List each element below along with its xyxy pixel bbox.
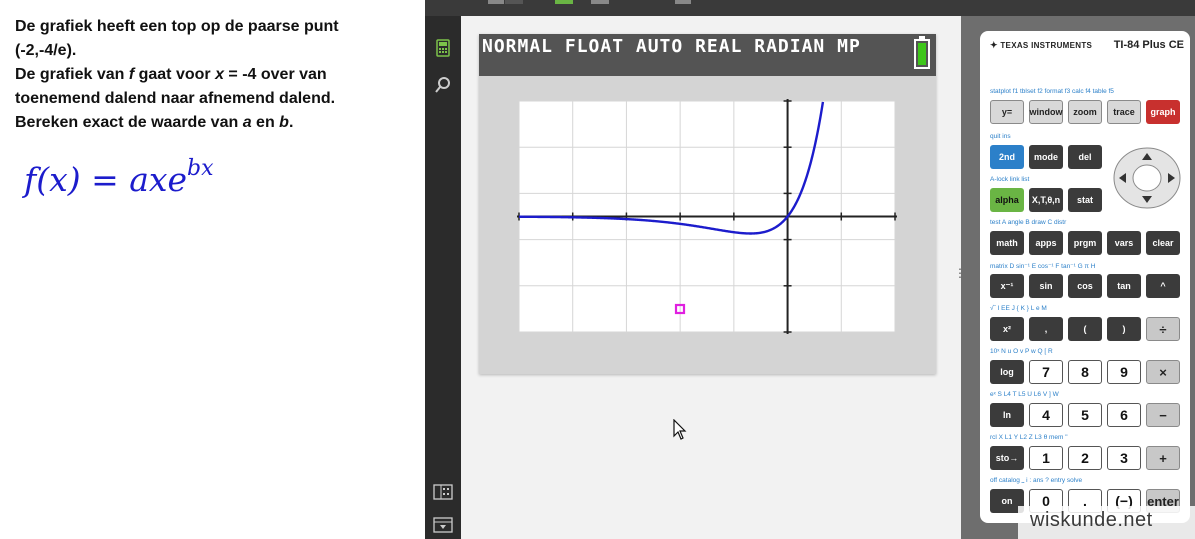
key-3[interactable]: 3 bbox=[1107, 446, 1141, 470]
toolbar-icon[interactable] bbox=[675, 0, 691, 4]
key-[interactable]: ( bbox=[1068, 317, 1102, 341]
key-sin[interactable]: sin bbox=[1029, 274, 1063, 298]
key-9[interactable]: 9 bbox=[1107, 360, 1141, 384]
panel-resize-handle[interactable]: ⋮ bbox=[954, 267, 966, 290]
task-line-2: (-2,-4/e). bbox=[15, 42, 77, 59]
calculator-view-icon[interactable] bbox=[433, 482, 453, 502]
key-x[interactable]: x⁻¹ bbox=[990, 274, 1024, 298]
tool-strip bbox=[425, 16, 461, 539]
toolbar-icon[interactable] bbox=[488, 0, 504, 4]
secondary-function-labels: off catalog ⎵ i : ans ? entry solve bbox=[990, 477, 1083, 484]
key-2nd[interactable]: 2nd bbox=[990, 145, 1024, 169]
key-stat[interactable]: stat bbox=[1068, 188, 1102, 212]
key-prgm[interactable]: prgm bbox=[1068, 231, 1102, 255]
brand-label: ✦ Texas Instruments bbox=[990, 40, 1093, 50]
screen-view-icon[interactable] bbox=[433, 515, 453, 535]
task-line-1: De grafiek heeft een top op de paarse pu… bbox=[15, 18, 339, 35]
key-[interactable]: ^ bbox=[1146, 274, 1180, 298]
key-mode[interactable]: mode bbox=[1029, 145, 1063, 169]
toolbar-icon[interactable] bbox=[505, 0, 523, 4]
status-bar: NORMAL FLOAT AUTO REAL RADIAN MP bbox=[479, 34, 936, 76]
calculator-keypad: ✦ Texas Instruments TI-84 Plus CE statpl… bbox=[980, 31, 1190, 523]
key-clear[interactable]: clear bbox=[1146, 231, 1180, 255]
secondary-function-labels: statplot f1 tblset f2 format f3 calc f4 … bbox=[990, 88, 1114, 95]
key-y[interactable]: y= bbox=[990, 100, 1024, 124]
battery-level bbox=[918, 43, 926, 65]
key-[interactable]: ) bbox=[1107, 317, 1141, 341]
secondary-function-labels: rcl X L1 Y L2 Z L3 θ mem " bbox=[990, 434, 1068, 441]
calculator-icon[interactable] bbox=[433, 38, 453, 58]
graph-area bbox=[517, 99, 897, 334]
key-log[interactable]: log bbox=[990, 360, 1024, 384]
key-graph[interactable]: graph bbox=[1146, 100, 1180, 124]
key-4[interactable]: 4 bbox=[1029, 403, 1063, 427]
key-1[interactable]: 1 bbox=[1029, 446, 1063, 470]
key-5[interactable]: 5 bbox=[1068, 403, 1102, 427]
key-window[interactable]: window bbox=[1029, 100, 1063, 124]
key-ln[interactable]: ln bbox=[990, 403, 1024, 427]
app-root: De grafiek heeft een top op de paarse pu… bbox=[0, 0, 1195, 539]
key-vars[interactable]: vars bbox=[1107, 231, 1141, 255]
lesson-pane: De grafiek heeft een top op de paarse pu… bbox=[0, 0, 425, 539]
key-cos[interactable]: cos bbox=[1068, 274, 1102, 298]
secondary-function-labels: 10ˣ N u O v P w Q [ R bbox=[990, 348, 1053, 355]
key-sto[interactable]: sto→ bbox=[990, 446, 1024, 470]
key-6[interactable]: 6 bbox=[1107, 403, 1141, 427]
key-[interactable]: + bbox=[1146, 446, 1180, 470]
key-trace[interactable]: trace bbox=[1107, 100, 1141, 124]
key-del[interactable]: del bbox=[1068, 145, 1102, 169]
toolbar-icon[interactable] bbox=[555, 0, 573, 4]
top-toolbar bbox=[425, 0, 1195, 16]
secondary-function-labels: eˣ S L4 T L5 U L6 V ] W bbox=[990, 391, 1059, 398]
key-tan[interactable]: tan bbox=[1107, 274, 1141, 298]
mouse-cursor-icon bbox=[673, 419, 687, 440]
key-apps[interactable]: apps bbox=[1029, 231, 1063, 255]
secondary-function-labels: test A angle B draw C distr bbox=[990, 219, 1067, 226]
task-line-4: toenemend dalend naar afnemend dalend. bbox=[15, 90, 336, 107]
key-alpha[interactable]: alpha bbox=[990, 188, 1024, 212]
watermark-text: wiskunde.net bbox=[1030, 509, 1153, 531]
secondary-function-labels: matrix D sin⁻¹ E cos⁻¹ F tan⁻¹ G π H bbox=[990, 263, 1096, 270]
key-math[interactable]: math bbox=[990, 231, 1024, 255]
key-[interactable]: − bbox=[1146, 403, 1180, 427]
calculator-screen: NORMAL FLOAT AUTO REAL RADIAN MP bbox=[479, 34, 936, 374]
mode-status-text: NORMAL FLOAT AUTO REAL RADIAN MP bbox=[482, 36, 861, 57]
key-x[interactable]: x² bbox=[990, 317, 1024, 341]
key-[interactable]: , bbox=[1029, 317, 1063, 341]
key-[interactable]: ÷ bbox=[1146, 317, 1180, 341]
key-zoom[interactable]: zoom bbox=[1068, 100, 1102, 124]
secondary-function-labels: A-lock link list bbox=[990, 176, 1030, 183]
key-[interactable]: × bbox=[1146, 360, 1180, 384]
search-icon[interactable] bbox=[433, 75, 453, 95]
task-line-5: Bereken exact de waarde van a en b. bbox=[15, 114, 294, 131]
task-line-3: De grafiek van f gaat voor x = -4 over v… bbox=[15, 66, 327, 83]
key-7[interactable]: 7 bbox=[1029, 360, 1063, 384]
secondary-function-labels: quit ins bbox=[990, 133, 1011, 140]
function-formula: f(x) = axebx bbox=[24, 156, 214, 199]
toolbar-icon[interactable] bbox=[591, 0, 609, 4]
arrow-keys[interactable] bbox=[1113, 147, 1181, 209]
secondary-function-labels: √‾ I EE J { K } L e M bbox=[990, 305, 1047, 312]
key-XTn[interactable]: X,T,θ,n bbox=[1029, 188, 1063, 212]
key-2[interactable]: 2 bbox=[1068, 446, 1102, 470]
model-label: TI-84 Plus CE bbox=[1113, 39, 1184, 51]
battery-icon bbox=[914, 36, 930, 69]
key-8[interactable]: 8 bbox=[1068, 360, 1102, 384]
